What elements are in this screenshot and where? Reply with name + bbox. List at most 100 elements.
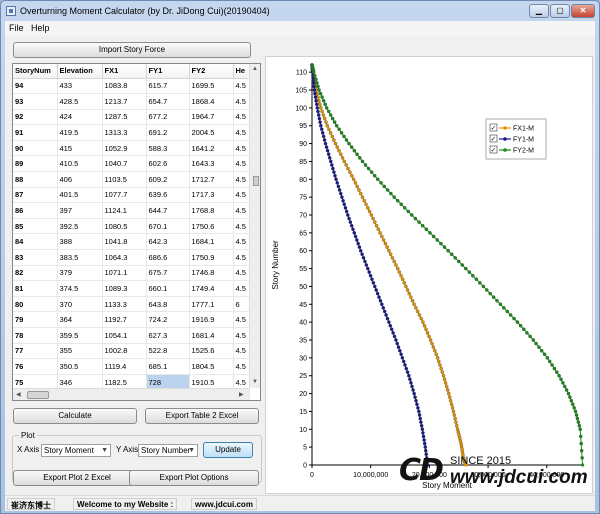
table-cell[interactable]: 79 (13, 311, 58, 328)
vertical-scrollbar[interactable] (249, 64, 260, 388)
table-cell[interactable]: 660.1 (146, 280, 190, 297)
table-row[interactable]: 84 388 1041.8 642.3 1684.1 4.5 (13, 233, 250, 251)
table-cell[interactable]: 424 (57, 109, 103, 126)
table-cell[interactable]: 85 (13, 218, 58, 235)
scroll-up-arrow-icon[interactable]: ▲ (252, 66, 258, 72)
table-cell[interactable]: 406 (57, 171, 103, 188)
table-cell[interactable]: 1681.4 (189, 327, 234, 344)
table-cell[interactable]: 379 (57, 265, 103, 282)
table-cell[interactable]: 643.8 (146, 296, 190, 313)
table-cell[interactable]: 392.5 (57, 218, 103, 235)
table-cell[interactable]: 84 (13, 233, 58, 251)
table-cell[interactable]: 1080.5 (102, 218, 147, 235)
update-button[interactable]: Update (203, 442, 253, 458)
table-row[interactable]: 81 374.5 1089.3 660.1 1749.4 4.5 (13, 280, 250, 297)
table-cell[interactable]: 1916.9 (189, 311, 234, 328)
menu-file[interactable]: File (9, 23, 24, 33)
table-cell[interactable]: 4.5 (233, 187, 250, 204)
table-cell[interactable]: 1192.7 (102, 311, 147, 328)
table-cell[interactable]: 78 (13, 327, 58, 344)
table-cell[interactable]: 1804.5 (189, 358, 234, 375)
table-cell[interactable]: 642.3 (146, 233, 190, 251)
table-cell[interactable]: 4.5 (233, 218, 250, 235)
table-row[interactable]: 79 364 1192.7 724.2 1916.9 4.5 (13, 311, 250, 328)
table-cell[interactable]: 1313.3 (102, 124, 147, 141)
status-url[interactable]: www.jdcui.com (191, 498, 257, 510)
table-row[interactable]: 82 379 1071.1 675.7 1746.8 4.5 (13, 265, 250, 282)
table-cell[interactable]: 1712.7 (189, 171, 234, 188)
table-cell[interactable]: 4.5 (233, 311, 250, 328)
table-cell[interactable]: 415 (57, 140, 103, 157)
table-cell[interactable]: 91 (13, 124, 58, 141)
table-cell[interactable]: 1717.3 (189, 187, 234, 204)
table-cell[interactable]: 1287.5 (102, 109, 147, 126)
x-axis-select[interactable]: Story Moment ▼ (41, 444, 111, 457)
table-cell[interactable]: 89 (13, 155, 58, 173)
table-cell[interactable]: 4.5 (233, 343, 250, 360)
table-cell[interactable]: 1641.2 (189, 140, 234, 157)
table-cell[interactable]: 82 (13, 265, 58, 282)
column-header[interactable]: FY1 (146, 64, 190, 79)
table-cell[interactable]: 627.3 (146, 327, 190, 344)
minimize-button[interactable]: ▁ (529, 4, 549, 18)
table-cell[interactable]: 1133.3 (102, 296, 147, 313)
table-cell[interactable]: 4.5 (233, 233, 250, 251)
column-header[interactable]: Elevation (57, 64, 103, 79)
table-cell[interactable]: 686.6 (146, 249, 190, 266)
table-cell[interactable]: 1052.9 (102, 140, 147, 157)
column-header[interactable]: FY2 (189, 64, 234, 79)
table-cell[interactable]: 1040.7 (102, 155, 147, 173)
table-cell[interactable]: 87 (13, 187, 58, 204)
table-cell[interactable]: 88 (13, 171, 58, 188)
table-cell[interactable]: 691.2 (146, 124, 190, 141)
table-cell[interactable]: 1525.6 (189, 343, 234, 360)
table-cell[interactable]: 364 (57, 311, 103, 328)
table-cell[interactable]: 86 (13, 202, 58, 219)
table-cell[interactable]: 77 (13, 343, 58, 360)
menu-help[interactable]: Help (31, 23, 50, 33)
table-cell[interactable]: 6 (233, 296, 250, 313)
table-cell[interactable]: 685.1 (146, 358, 190, 375)
table-cell[interactable]: 1041.8 (102, 233, 147, 251)
scroll-right-arrow-icon[interactable]: ▶ (239, 391, 244, 398)
moment-chart[interactable]: 0 10,000,000 20,000,000 30,000,000 40,000,00… (265, 56, 593, 494)
table-row[interactable]: 83 383.5 1064.3 686.6 1750.9 4.5 (13, 249, 250, 266)
table-cell[interactable]: 1868.4 (189, 93, 234, 110)
table-cell[interactable]: 90 (13, 140, 58, 157)
table-cell[interactable]: 4.5 (233, 78, 250, 95)
table-cell[interactable]: 397 (57, 202, 103, 219)
maximize-button[interactable]: ▢ (550, 4, 570, 18)
table-cell[interactable]: 602.6 (146, 155, 190, 173)
table-cell[interactable]: 4.5 (233, 140, 250, 157)
table-cell[interactable]: 83 (13, 249, 58, 266)
table-cell[interactable]: 609.2 (146, 171, 190, 188)
table-row[interactable]: 78 359.5 1054.1 627.3 1681.4 4.5 (13, 327, 250, 344)
table-cell[interactable]: 359.5 (57, 327, 103, 344)
table-cell[interactable]: 428.5 (57, 93, 103, 110)
table-cell[interactable]: 588.3 (146, 140, 190, 157)
scroll-down-arrow-icon[interactable]: ▼ (252, 379, 258, 385)
table-cell[interactable]: 675.7 (146, 265, 190, 282)
close-button[interactable]: ✕ (571, 4, 595, 18)
table-cell[interactable]: 1964.7 (189, 109, 234, 126)
table-cell[interactable]: 4.5 (233, 280, 250, 297)
table-row[interactable]: 92 424 1287.5 677.2 1964.7 4.5 (13, 109, 250, 126)
table-row[interactable]: 91 419.5 1313.3 691.2 2004.5 4.5 (13, 124, 250, 141)
table-cell[interactable]: 644.7 (146, 202, 190, 219)
table-cell[interactable]: 81 (13, 280, 58, 297)
table-cell[interactable]: 1124.1 (102, 202, 147, 219)
table-cell[interactable]: 1071.1 (102, 265, 147, 282)
table-cell[interactable]: 410.5 (57, 155, 103, 173)
table-cell[interactable]: 374.5 (57, 280, 103, 297)
table-cell[interactable]: 1119.4 (102, 358, 147, 375)
table-cell[interactable]: 4.5 (233, 93, 250, 110)
table-cell[interactable]: 388 (57, 233, 103, 251)
table-cell[interactable]: 4.5 (233, 124, 250, 141)
table-cell[interactable]: 4.5 (233, 109, 250, 126)
table-cell[interactable]: 1089.3 (102, 280, 147, 297)
table-cell[interactable]: 1083.8 (102, 78, 147, 95)
table-cell[interactable]: 4.5 (233, 155, 250, 173)
column-header[interactable]: He (233, 64, 250, 79)
table-row[interactable]: 88 406 1103.5 609.2 1712.7 4.5 (13, 171, 250, 188)
table-cell[interactable]: 1643.3 (189, 155, 234, 173)
